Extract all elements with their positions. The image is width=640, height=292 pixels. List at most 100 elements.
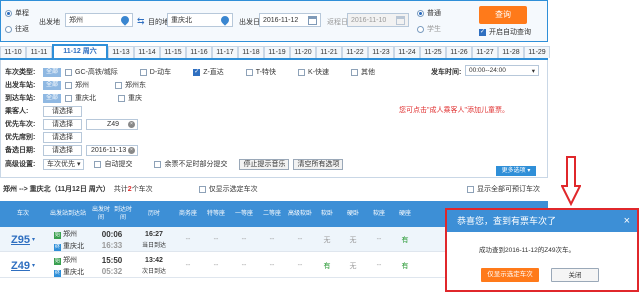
train-number-link[interactable]: Z95: [11, 234, 30, 246]
clear-options-button[interactable]: 清空所有选项: [293, 158, 344, 170]
checkbox[interactable]: [245, 68, 253, 76]
to-input[interactable]: 重庆北: [167, 13, 233, 27]
alt-date-select-button[interactable]: 请选择: [43, 144, 82, 156]
checkbox[interactable]: [65, 68, 73, 76]
date-tab[interactable]: 11-11: [26, 46, 52, 58]
date-tab[interactable]: 11-19: [264, 46, 290, 58]
header-text: 出发站: [49, 211, 68, 217]
to-station: 终重庆北: [54, 267, 84, 277]
checkbox[interactable]: [115, 81, 123, 89]
radio-dot[interactable]: [417, 9, 424, 17]
partial-submit-option[interactable]: 余票不足时部分提交: [154, 159, 227, 169]
date-tab[interactable]: 11-15: [160, 46, 186, 58]
from-station-option[interactable]: 郑州东: [115, 80, 146, 90]
column-header[interactable]: 历时: [134, 201, 174, 227]
header-text: 硬座: [398, 211, 411, 217]
date-tab[interactable]: 11-14: [134, 46, 160, 58]
date-tab[interactable]: 11-12 周六: [52, 44, 108, 58]
alt-date-chip[interactable]: 2016-11-13 ×: [86, 144, 138, 156]
checkbox[interactable]: [65, 81, 73, 89]
depart-date-input[interactable]: 2016-11-12: [259, 13, 321, 27]
date-tab[interactable]: 11-10: [0, 46, 26, 58]
auto-query-toggle[interactable]: 开启自动查询: [479, 27, 531, 37]
ticket-student-radio[interactable]: 学生: [417, 24, 441, 34]
date-tab[interactable]: 11-27: [472, 46, 498, 58]
date-tab[interactable]: 11-13: [108, 46, 134, 58]
all-tag[interactable]: 全部: [43, 93, 62, 103]
priority-train-chip[interactable]: Z49 ×: [86, 118, 138, 130]
remove-icon[interactable]: ×: [128, 120, 135, 128]
radio-dot[interactable]: [5, 9, 12, 17]
train-type-option[interactable]: 其他: [351, 67, 375, 77]
train-type-option[interactable]: K-快速: [298, 67, 329, 77]
checkbox[interactable]: [298, 68, 306, 76]
train-type-option[interactable]: T-特快: [245, 67, 276, 77]
column-header[interactable]: 出发时间 到达时间: [90, 201, 134, 227]
from-input[interactable]: 郑州: [65, 13, 133, 27]
train-type-option[interactable]: Z-直达: [193, 67, 224, 77]
checkbox[interactable]: [118, 94, 126, 102]
return-date-input[interactable]: 2016-11-10: [347, 13, 409, 27]
trip-round-radio[interactable]: 往返: [5, 24, 29, 34]
checkbox[interactable]: [154, 160, 162, 168]
ticket-normal-radio[interactable]: 普通: [417, 8, 441, 18]
date-tab[interactable]: 11-20: [290, 46, 316, 58]
only-selected-toggle[interactable]: 仅显示选定车次: [198, 184, 258, 194]
date-tab[interactable]: 11-28: [498, 46, 524, 58]
dialog-close-button[interactable]: 关闭: [551, 268, 599, 282]
search-button[interactable]: 查询: [479, 6, 527, 24]
show-selected-button[interactable]: 仅显示选定车次: [481, 268, 539, 282]
date-tab[interactable]: 11-29: [524, 46, 550, 58]
date-tab[interactable]: 11-16: [186, 46, 212, 58]
all-tag[interactable]: 全部: [43, 67, 62, 77]
from-station-option[interactable]: 郑州: [65, 80, 89, 90]
date-tab[interactable]: 11-18: [238, 46, 264, 58]
checkbox[interactable]: [65, 94, 73, 102]
header-text: 软座: [372, 211, 385, 217]
checkbox[interactable]: [198, 185, 206, 193]
seat-availability: 无: [349, 236, 357, 244]
header-text: 历时: [147, 211, 160, 217]
all-tag[interactable]: 全部: [43, 80, 62, 90]
checkbox[interactable]: [139, 68, 147, 76]
chevron-down-icon[interactable]: ▾: [32, 262, 35, 269]
remove-icon[interactable]: ×: [128, 146, 135, 154]
date-tab[interactable]: 11-24: [394, 46, 420, 58]
depart-date-value: 2016-11-12: [263, 16, 299, 24]
close-icon[interactable]: ×: [624, 210, 630, 232]
date-tab[interactable]: 11-21: [316, 46, 342, 58]
column-header[interactable]: 出发站 到达站: [46, 201, 90, 227]
to-station-option[interactable]: 重庆北: [65, 93, 96, 103]
date-tab[interactable]: 11-23: [368, 46, 394, 58]
date-tab[interactable]: 11-17: [212, 46, 238, 58]
depart-time-select[interactable]: 00:00--24:00 ▾: [465, 65, 539, 76]
checkbox[interactable]: [351, 68, 359, 76]
auto-submit-option[interactable]: 自动提交: [94, 159, 132, 169]
seat-availability: --: [269, 236, 275, 243]
train-type-option[interactable]: GC-高铁/城际: [65, 67, 118, 77]
checkbox[interactable]: [94, 160, 102, 168]
priority-seat-select-button[interactable]: 请选择: [43, 131, 82, 143]
trip-single-radio[interactable]: 单程: [5, 8, 29, 18]
advanced-select[interactable]: 车次优先 ▾: [43, 158, 85, 170]
date-tab[interactable]: 11-26: [446, 46, 472, 58]
passenger-select-button[interactable]: 请选择: [43, 105, 82, 117]
checkbox[interactable]: [467, 185, 474, 193]
date-tab[interactable]: 11-22: [342, 46, 368, 58]
checkbox[interactable]: [193, 68, 201, 76]
stop-sound-button[interactable]: 停止提示音乐: [239, 158, 290, 170]
priority-train-select-button[interactable]: 请选择: [43, 118, 82, 130]
more-options-button[interactable]: 更多选项 ▾: [496, 166, 536, 176]
date-tab[interactable]: 11-25: [420, 46, 446, 58]
to-station-option[interactable]: 重庆: [118, 93, 142, 103]
radio-dot[interactable]: [417, 25, 424, 33]
chevron-down-icon[interactable]: ▾: [32, 236, 35, 243]
show-all-toggle[interactable]: 显示全部可预订车次: [467, 184, 540, 194]
radio-dot[interactable]: [5, 25, 12, 33]
train-type-option[interactable]: D-动车: [139, 67, 171, 77]
trip-single-label: 单程: [15, 10, 29, 17]
auto-query-checkbox[interactable]: [479, 28, 486, 36]
train-number-link[interactable]: Z49: [11, 260, 30, 272]
swap-icon[interactable]: ⇆: [137, 16, 145, 27]
result-summary: 郑州 --> 重庆北（11月12日 周六） 共计 2 个车次 仅显示选定车次 显…: [0, 183, 548, 195]
